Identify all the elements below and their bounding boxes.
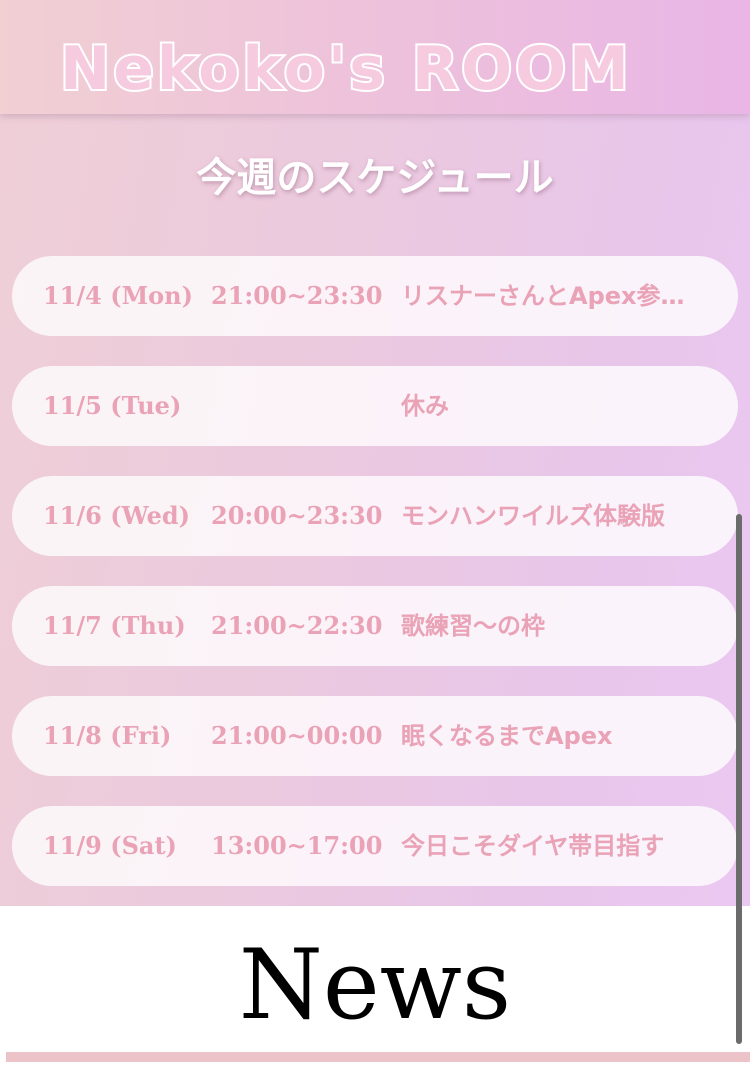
news-title: News: [238, 929, 512, 1041]
schedule-row: 11/5 (Tue) 休み: [12, 366, 738, 446]
schedule-event: 歌練習〜の枠: [401, 612, 545, 640]
schedule-event: リスナーさんとApex参加型: [401, 282, 691, 310]
schedule-section: Nekoko's ROOM 今週のスケジュール 11/4 (Mon) 21:00…: [0, 0, 750, 906]
schedule-time: 13:00~17:00: [211, 831, 383, 860]
schedule-row: 11/8 (Fri) 21:00~00:00 眠くなるまでApex: [12, 696, 738, 776]
schedule-event: モンハンワイルズ体験版: [401, 502, 665, 530]
schedule-time: 21:00~23:30: [211, 281, 383, 310]
schedule-row: 11/9 (Sat) 13:00~17:00 今日こそダイヤ帯目指す: [12, 806, 738, 886]
schedule-list: 11/4 (Mon) 21:00~23:30 リスナーさんとApex参加型 11…: [12, 256, 738, 916]
schedule-date: 11/7 (Thu): [43, 611, 186, 640]
scrollbar-thumb[interactable]: [736, 514, 742, 1044]
news-divider: [6, 1052, 750, 1062]
schedule-title: 今週のスケジュール: [196, 155, 554, 201]
schedule-row: 11/4 (Mon) 21:00~23:30 リスナーさんとApex参加型: [12, 256, 738, 336]
schedule-time: 20:00~23:30: [211, 501, 383, 530]
schedule-event: 眠くなるまでApex: [401, 722, 613, 750]
news-section: News: [0, 906, 750, 1087]
page: Nekoko's ROOM 今週のスケジュール 11/4 (Mon) 21:00…: [0, 0, 750, 1087]
schedule-row: 11/6 (Wed) 20:00~23:30 モンハンワイルズ体験版: [12, 476, 738, 556]
schedule-time: 21:00~22:30: [211, 611, 383, 640]
schedule-row: 11/7 (Thu) 21:00~22:30 歌練習〜の枠: [12, 586, 738, 666]
schedule-date: 11/6 (Wed): [43, 501, 190, 530]
schedule-date: 11/8 (Fri): [43, 721, 172, 750]
schedule-event: 今日こそダイヤ帯目指す: [401, 832, 665, 860]
schedule-date: 11/4 (Mon): [43, 281, 193, 310]
schedule-date: 11/5 (Tue): [43, 391, 182, 420]
site-header: Nekoko's ROOM: [0, 0, 750, 114]
site-logo[interactable]: Nekoko's ROOM: [58, 24, 632, 114]
schedule-event: 休み: [401, 392, 449, 420]
schedule-time: 21:00~00:00: [211, 721, 383, 750]
schedule-date: 11/9 (Sat): [43, 831, 177, 860]
